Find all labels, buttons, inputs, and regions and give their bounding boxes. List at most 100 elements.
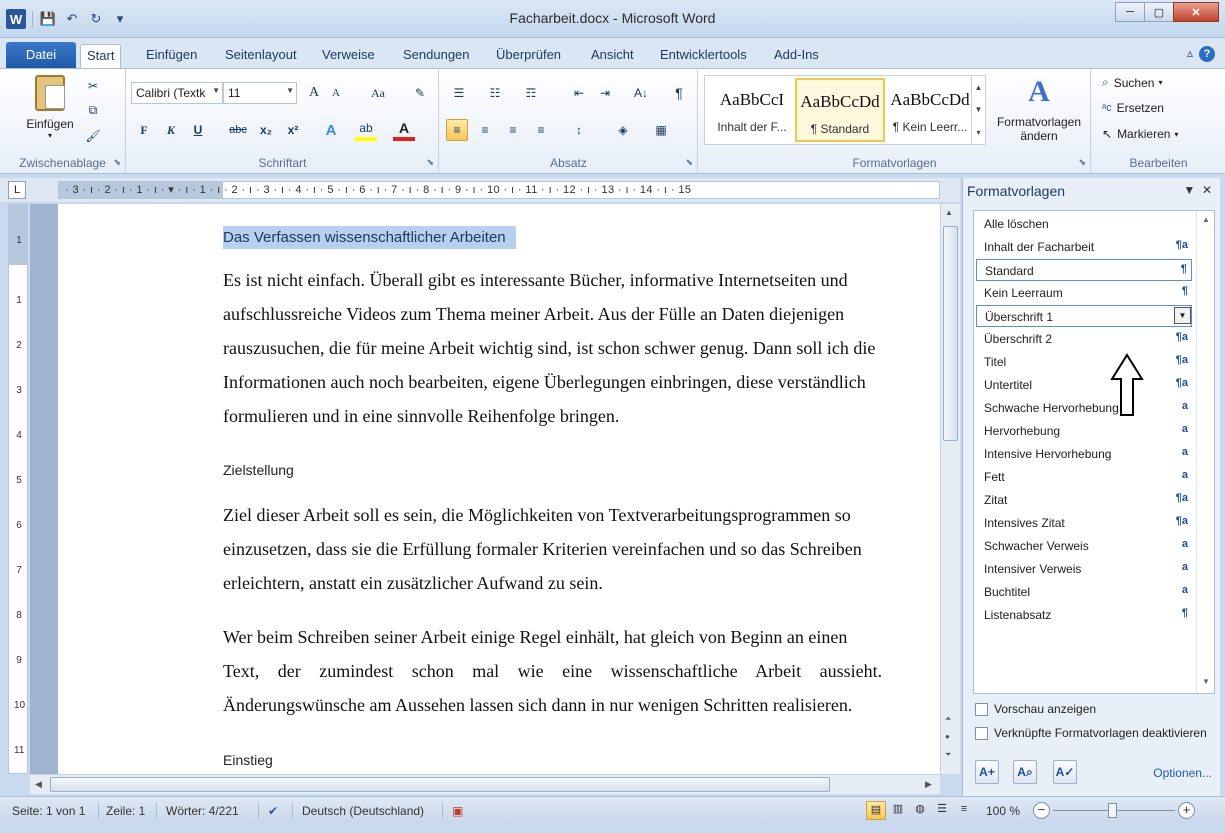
web-layout-view-icon[interactable]: ◍ (910, 801, 930, 820)
close-button[interactable]: ✕ (1173, 2, 1219, 22)
italic-button[interactable]: K (160, 119, 182, 141)
style-item-alle-loeschen[interactable]: Alle löschen (976, 213, 1192, 235)
shrink-font-icon[interactable]: A (325, 82, 347, 104)
tab-ansicht[interactable]: Ansicht (585, 44, 640, 68)
style-item-kein-leerraum[interactable]: Kein Leerraum ¶ (976, 282, 1192, 304)
tab-ueberpruefen[interactable]: Überprüfen (490, 44, 567, 68)
language-indicator[interactable]: Deutsch (Deutschland) (302, 804, 424, 818)
scroll-up-icon[interactable]: ▲ (1202, 215, 1210, 224)
linked-styles-checkbox[interactable] (975, 726, 988, 740)
scroll-thumb[interactable] (943, 226, 958, 441)
change-styles-button[interactable]: A Formatvorlagen ändern (989, 77, 1089, 144)
paragraph-3[interactable]: Wer beim Schreiben seiner Arbeit einige … (223, 620, 940, 722)
style-item-standard[interactable]: Standard ¶ (976, 259, 1192, 281)
page-indicator[interactable]: Seite: 1 von 1 (12, 804, 85, 818)
style-tile-standard[interactable]: AaBbCcDd ¶ Standard (795, 78, 885, 142)
options-link[interactable]: Optionen... (1153, 766, 1212, 780)
new-style-icon[interactable]: A+ (975, 760, 999, 784)
scroll-up-icon[interactable]: ▲ (945, 208, 953, 217)
tab-start[interactable]: Start (80, 44, 122, 68)
style-dropdown-icon[interactable]: ▼ (1174, 307, 1191, 324)
line-indicator[interactable]: Zeile: 1 (106, 804, 145, 818)
clipboard-launcher-icon[interactable]: ⬊ (113, 157, 121, 168)
maximize-button[interactable]: ▢ (1144, 2, 1174, 22)
borders-icon[interactable]: ▦ (650, 119, 672, 141)
show-formatting-marks-icon[interactable]: ¶ (668, 82, 690, 104)
next-page-icon[interactable]: ⏷ (945, 750, 951, 760)
browse-object-icon[interactable]: ● (945, 732, 950, 741)
style-inspector-icon[interactable]: A⌕ (1013, 760, 1037, 784)
highlight-icon[interactable]: ab (355, 119, 377, 141)
styles-launcher-icon[interactable]: ⬊ (1078, 157, 1086, 168)
cut-icon[interactable]: ✂ (82, 75, 104, 97)
numbering-icon[interactable]: ☷ (484, 82, 506, 104)
style-item-inhalt-der-facharbeit[interactable]: Inhalt der Facharbeit ¶a (976, 236, 1192, 258)
subscript-button[interactable]: x₂ (255, 119, 277, 141)
multilevel-list-icon[interactable]: ☶ (520, 82, 542, 104)
vertical-ruler[interactable]: 1 1 2 3 4 5 6 7 8 9 10 11 (8, 204, 28, 774)
select-button[interactable]: ↖ Markieren ▾ (1102, 127, 1178, 141)
find-button[interactable]: ⌕ Suchen ▾ (1102, 75, 1162, 90)
style-item-intensiver-verweis[interactable]: Intensiver Verweis a (976, 558, 1192, 580)
bold-button[interactable]: F (133, 119, 155, 141)
tab-selector[interactable]: L (8, 181, 26, 199)
sort-icon[interactable]: A↓ (630, 82, 652, 104)
style-item-intensives-zitat[interactable]: Intensives Zitat ¶a (976, 512, 1192, 534)
zoom-level[interactable]: 100 % (986, 804, 1020, 818)
horizontal-ruler[interactable]: · 3 · ı · 2 · ı · 1 · ı · ▾ · ı · 1 · ı … (58, 181, 940, 199)
clear-formatting-icon[interactable]: ✎ (409, 82, 431, 104)
increase-indent-icon[interactable]: ⇥ (594, 82, 616, 104)
pane-menu-icon[interactable]: ▼ (1183, 183, 1195, 197)
vertical-scrollbar[interactable]: ▲ ⏶ ● ⏷ (940, 204, 960, 774)
tab-entwicklertools[interactable]: Entwicklertools (654, 44, 753, 68)
minimize-button[interactable]: ─ (1115, 2, 1145, 22)
tab-seitenlayout[interactable]: Seitenlayout (219, 44, 303, 68)
style-item-schwacher-verweis[interactable]: Schwacher Verweis a (976, 535, 1192, 557)
tab-verweise[interactable]: Verweise (316, 44, 381, 68)
align-left-button[interactable]: ≡ (446, 119, 468, 141)
zoom-in-icon[interactable]: + (1178, 802, 1195, 819)
tab-add-ins[interactable]: Add-Ins (768, 44, 825, 68)
paragraph-launcher-icon[interactable]: ⬊ (685, 157, 693, 168)
change-case-icon[interactable]: Aa (363, 82, 393, 104)
draft-view-icon[interactable]: ≡ (954, 801, 974, 820)
shading-icon[interactable]: ◈ (612, 119, 634, 141)
text-effects-icon[interactable]: A (320, 119, 342, 141)
scroll-right-icon[interactable]: ▶ (925, 779, 932, 790)
zoom-out-icon[interactable]: − (1033, 802, 1050, 819)
tab-sendungen[interactable]: Sendungen (397, 44, 476, 68)
paste-dropdown-icon[interactable]: ▾ (20, 131, 80, 140)
word-count[interactable]: Wörter: 4/221 (166, 804, 239, 818)
full-screen-reading-view-icon[interactable]: ▥ (888, 801, 908, 820)
linked-styles-checkbox-row[interactable]: Verknüpfte Formatvorlagen deaktivieren (975, 726, 1207, 740)
style-item-intensive-hervorhebung[interactable]: Intensive Hervorhebung a (976, 443, 1192, 465)
style-item-fett[interactable]: Fett a (976, 466, 1192, 488)
style-list-scrollbar[interactable]: ▲ ▼ (1196, 211, 1214, 693)
style-item-ueberschrift-2[interactable]: Überschrift 2 ¶a (976, 328, 1192, 350)
style-item-listenabsatz[interactable]: Listenabsatz ¶ (976, 604, 1192, 626)
outline-view-icon[interactable]: ☰ (932, 801, 952, 820)
style-tile-kein-leerraum[interactable]: AaBbCcDd ¶ Kein Leerr... (885, 78, 975, 142)
style-item-hervorhebung[interactable]: Hervorhebung a (976, 420, 1192, 442)
superscript-button[interactable]: x² (282, 119, 304, 141)
help-icon[interactable]: ? (1199, 46, 1215, 62)
align-center-button[interactable]: ≡ (474, 119, 496, 141)
paragraph-1[interactable]: Es ist nicht einfach. Überall gibt es in… (223, 263, 940, 433)
more-icon[interactable]: ▾ (976, 128, 980, 137)
strikethrough-button[interactable]: abc (227, 119, 249, 141)
grow-font-icon[interactable]: A (303, 82, 325, 104)
chevron-down-icon[interactable]: ▼ (975, 105, 983, 114)
replace-button[interactable]: ᵃc Ersetzen (1102, 101, 1164, 115)
paste-button[interactable]: Einfügen ▾ (20, 75, 80, 140)
justify-button[interactable]: ≡ (530, 119, 552, 141)
decrease-indent-icon[interactable]: ⇤ (568, 82, 590, 104)
tab-einfuegen[interactable]: Einfügen (140, 44, 203, 68)
manage-styles-icon[interactable]: A✓ (1053, 760, 1077, 784)
horizontal-scrollbar[interactable]: ◀ ▶ (30, 774, 940, 794)
font-name-combo[interactable]: Calibri (Textk ▼ (131, 82, 223, 104)
font-size-combo[interactable]: 11 ▼ (223, 82, 297, 104)
subheading-zielstellung[interactable]: Zielstellung (223, 462, 294, 478)
underline-button[interactable]: U (187, 119, 209, 141)
tab-datei[interactable]: Datei (6, 42, 76, 68)
pane-close-icon[interactable]: ✕ (1202, 183, 1212, 197)
